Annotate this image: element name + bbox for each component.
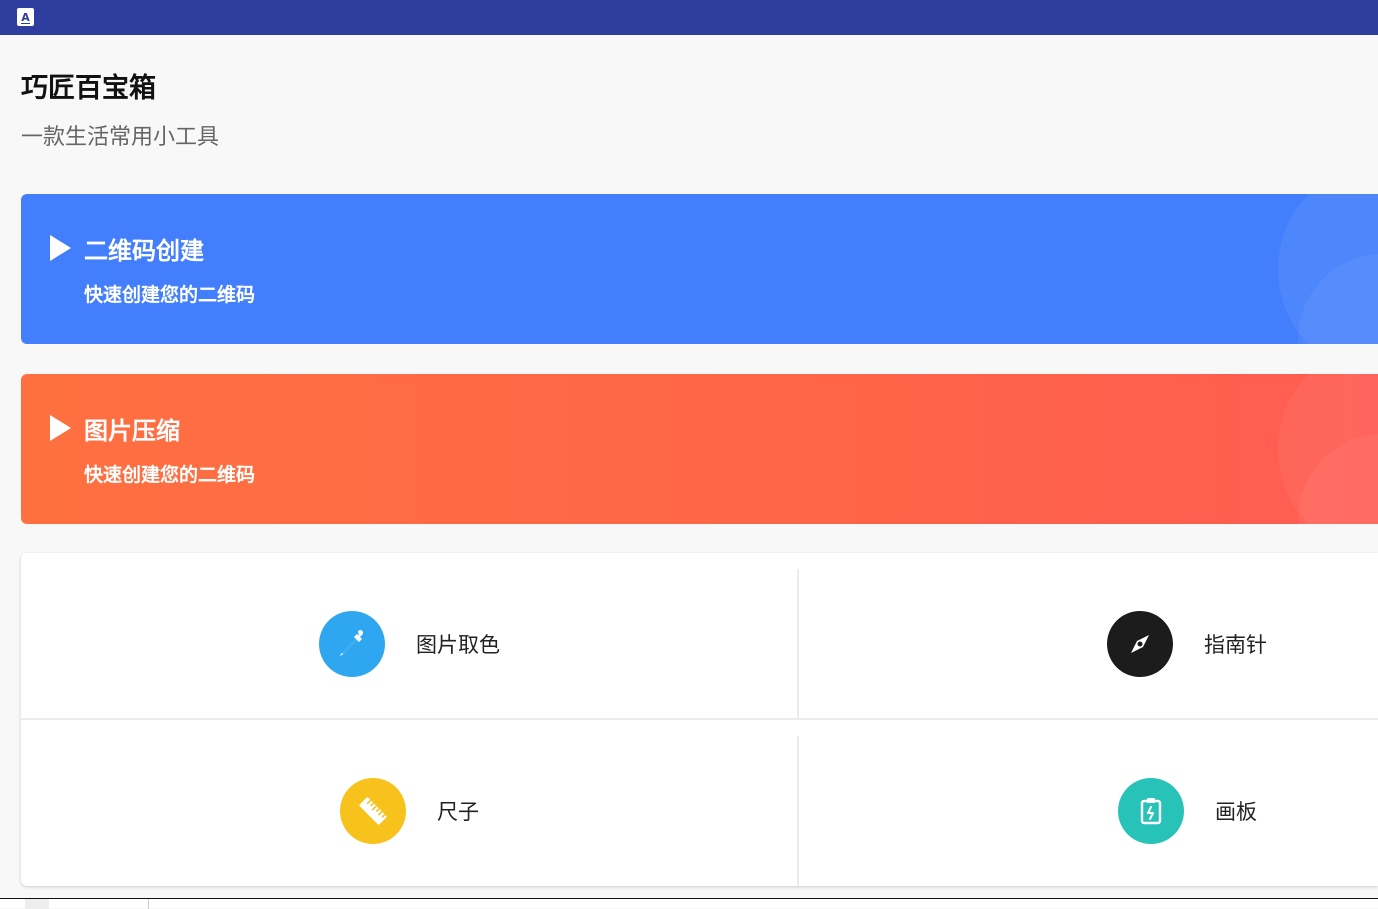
app-icon: A xyxy=(17,8,34,26)
ruler-icon xyxy=(340,778,406,844)
tool-compass[interactable]: 指南针 xyxy=(1107,611,1267,677)
eyedropper-icon xyxy=(319,611,385,677)
grid-divider xyxy=(21,718,1378,720)
banner-title: 图片压缩 xyxy=(84,417,180,445)
bottom-window-strip xyxy=(0,898,1378,909)
page-subtitle: 一款生活常用小工具 xyxy=(21,125,220,150)
tool-color-picker[interactable]: 图片取色 xyxy=(319,611,500,677)
banner-title: 二维码创建 xyxy=(84,237,204,265)
tools-grid: 图片取色 指南针 尺子 画板 xyxy=(21,553,1378,886)
image-compress-banner[interactable]: 图片压缩 快速创建您的二维码 xyxy=(21,374,1378,524)
tool-drawing-board[interactable]: 画板 xyxy=(1118,778,1257,844)
tool-ruler[interactable]: 尺子 xyxy=(340,778,479,844)
banner-description: 快速创建您的二维码 xyxy=(84,284,256,306)
qr-create-banner[interactable]: 二维码创建 快速创建您的二维码 xyxy=(21,194,1378,344)
grid-divider xyxy=(797,569,799,719)
clipboard-icon xyxy=(1118,778,1184,844)
play-icon xyxy=(50,415,71,441)
tool-label: 图片取色 xyxy=(416,633,500,657)
play-icon xyxy=(50,235,71,261)
compass-icon xyxy=(1107,611,1173,677)
title-bar: A xyxy=(0,0,1378,35)
tool-label: 指南针 xyxy=(1204,633,1267,657)
tool-label: 尺子 xyxy=(437,800,479,824)
tool-label: 画板 xyxy=(1215,800,1257,824)
banner-description: 快速创建您的二维码 xyxy=(84,464,256,486)
page-title: 巧匠百宝箱 xyxy=(21,73,156,104)
grid-divider xyxy=(797,736,799,886)
